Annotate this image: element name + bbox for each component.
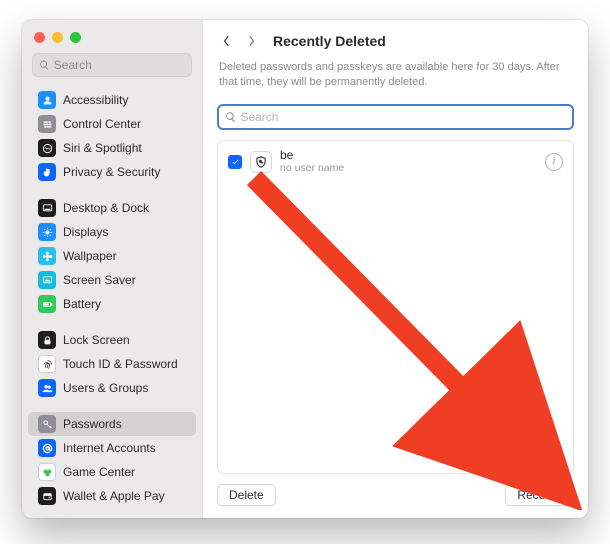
siri-icon	[38, 139, 56, 157]
content-search-input[interactable]	[240, 110, 566, 124]
chevron-right-icon	[247, 35, 257, 47]
main-body: be no user name i	[203, 100, 588, 474]
sidebar-item-label: Game Center	[63, 465, 135, 479]
sidebar-item-wallet-apple-pay[interactable]: Wallet & Apple Pay	[28, 484, 196, 508]
sidebar-item-label: Control Center	[63, 117, 141, 131]
sidebar-item-label: Users & Groups	[63, 381, 148, 395]
sidebar-item-label: Displays	[63, 225, 108, 239]
sidebar-item-accessibility[interactable]: Accessibility	[28, 88, 196, 112]
sliders-icon	[38, 115, 56, 133]
gamecenter-icon	[38, 463, 56, 481]
password-row[interactable]: be no user name i	[218, 141, 573, 183]
sidebar-item-label: Desktop & Dock	[63, 201, 149, 215]
forward-button[interactable]	[241, 30, 263, 52]
shield-key-icon	[254, 155, 268, 169]
sidebar-item-label: Siri & Spotlight	[63, 141, 142, 155]
row-text: be no user name	[280, 149, 537, 175]
checkmark-icon	[231, 157, 240, 166]
close-window-button[interactable]	[34, 32, 45, 43]
sidebar-item-label: Screen Saver	[63, 273, 136, 287]
password-list: be no user name i	[217, 140, 574, 474]
fingerprint-icon	[38, 355, 56, 373]
sidebar-item-internet-accounts[interactable]: Internet Accounts	[28, 436, 196, 460]
sun-icon	[38, 223, 56, 241]
users-icon	[38, 379, 56, 397]
sidebar-item-label: Wallet & Apple Pay	[63, 489, 165, 503]
sidebar-search-input[interactable]	[54, 58, 185, 72]
key-icon	[38, 415, 56, 433]
sidebar-item-label: Privacy & Security	[63, 165, 160, 179]
row-subtitle: no user name	[280, 162, 537, 174]
sidebar-item-screen-saver[interactable]: Screen Saver	[28, 268, 196, 292]
sidebar-item-siri-spotlight[interactable]: Siri & Spotlight	[28, 136, 196, 160]
sidebar-item-desktop-dock[interactable]: Desktop & Dock	[28, 196, 196, 220]
at-icon	[38, 439, 56, 457]
recover-button[interactable]: Recover	[505, 484, 574, 506]
page-description: Deleted passwords and passkeys are avail…	[203, 58, 588, 100]
sidebar-item-control-center[interactable]: Control Center	[28, 112, 196, 136]
sidebar-item-battery[interactable]: Battery	[28, 292, 196, 316]
sidebar-item-label: Touch ID & Password	[63, 357, 178, 371]
page-title: Recently Deleted	[273, 33, 386, 49]
main-pane: Recently Deleted Deleted passwords and p…	[202, 20, 588, 518]
delete-button[interactable]: Delete	[217, 484, 276, 506]
row-title: be	[280, 149, 537, 163]
content-search[interactable]	[217, 104, 574, 130]
hand-icon	[38, 163, 56, 181]
sidebar-list: Accessibility Control Center Siri & Spotli…	[22, 85, 202, 518]
sidebar-item-label: Accessibility	[63, 93, 128, 107]
site-icon	[250, 151, 272, 173]
sidebar-item-label: Internet Accounts	[63, 441, 156, 455]
back-button[interactable]	[215, 30, 237, 52]
sidebar-item-privacy-security[interactable]: Privacy & Security	[28, 160, 196, 184]
row-checkbox[interactable]	[228, 155, 242, 169]
minimize-window-button[interactable]	[52, 32, 63, 43]
sidebar-item-touch-id-password[interactable]: Touch ID & Password	[28, 352, 196, 376]
search-icon	[225, 111, 236, 123]
screensaver-icon	[38, 271, 56, 289]
dock-icon	[38, 199, 56, 217]
zoom-window-button[interactable]	[70, 32, 81, 43]
main-footer: Delete Recover	[203, 474, 588, 518]
sidebar-item-users-groups[interactable]: Users & Groups	[28, 376, 196, 400]
flower-icon	[38, 247, 56, 265]
battery-icon	[38, 295, 56, 313]
sidebar-item-label: Lock Screen	[63, 333, 130, 347]
sidebar-item-lock-screen[interactable]: Lock Screen	[28, 328, 196, 352]
sidebar-item-passwords[interactable]: Passwords	[28, 412, 196, 436]
main-header: Recently Deleted	[203, 20, 588, 58]
search-icon	[39, 59, 50, 71]
sidebar-search[interactable]	[32, 53, 192, 77]
chevron-left-icon	[221, 35, 231, 47]
sidebar-item-label: Passwords	[63, 417, 122, 431]
sidebar-item-displays[interactable]: Displays	[28, 220, 196, 244]
sidebar: Accessibility Control Center Siri & Spotli…	[22, 20, 202, 518]
sidebar-item-game-center[interactable]: Game Center	[28, 460, 196, 484]
lock-icon	[38, 331, 56, 349]
sidebar-item-label: Battery	[63, 297, 101, 311]
sidebar-item-label: Wallpaper	[63, 249, 117, 263]
window-controls	[22, 28, 202, 53]
wallet-icon	[38, 487, 56, 505]
info-button[interactable]: i	[545, 153, 563, 171]
settings-window: Accessibility Control Center Siri & Spotli…	[22, 20, 588, 518]
sidebar-item-wallpaper[interactable]: Wallpaper	[28, 244, 196, 268]
person-icon	[38, 91, 56, 109]
